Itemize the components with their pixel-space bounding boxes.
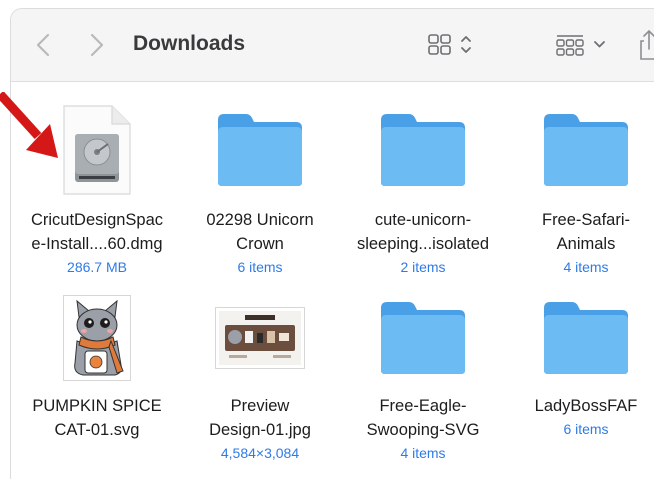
folder-icon	[343, 100, 503, 200]
folder-name-line2: Crown	[236, 235, 284, 253]
file-name-line2: Design-01.jpg	[209, 421, 311, 439]
file-name-line2: e-Install....60.dmg	[31, 235, 163, 253]
file-meta: 286.7 MB	[67, 259, 127, 275]
share-icon	[640, 29, 654, 60]
folder-name-line1: Free-Eagle-	[379, 397, 467, 415]
share-button[interactable]	[637, 27, 654, 63]
file-name-line1: PUMPKIN SPICE	[32, 397, 162, 415]
group-grid-icon	[556, 35, 605, 56]
folder-name-line1: cute-unicorn-	[374, 211, 472, 229]
chevron-right-icon	[90, 33, 104, 57]
group-by-button[interactable]	[553, 29, 613, 61]
file-name-line1: Preview	[230, 397, 290, 415]
file-name-line2: CAT-01.svg	[54, 421, 140, 439]
folder-meta: 6 items	[563, 421, 609, 437]
red-arrow-icon	[0, 92, 58, 158]
chevron-left-icon	[36, 33, 50, 57]
toolbar: Downloads	[11, 9, 654, 82]
folder-icon	[180, 100, 340, 200]
folder-meta: 4 items	[563, 259, 609, 275]
folder-icon	[506, 100, 654, 200]
folder-icon	[506, 290, 654, 386]
window-title: Downloads	[133, 32, 246, 55]
forward-button[interactable]	[83, 29, 111, 61]
folder-name-line1: 02298 Unicorn	[206, 211, 314, 229]
design-thumbnail-icon	[180, 290, 340, 386]
folder-name-line1: LadyBossFAF	[534, 397, 638, 415]
folder-name-line1: Free-Safari-	[541, 211, 631, 229]
cat-thumbnail-icon	[17, 290, 177, 386]
icon-grid-icon	[428, 34, 471, 55]
folder-meta: 4 items	[400, 445, 446, 461]
folder-name-line2: Animals	[556, 235, 616, 253]
view-mode-button[interactable]	[423, 29, 481, 61]
folder-meta: 6 items	[237, 259, 283, 275]
folder-name-line2: Swooping-SVG	[366, 421, 480, 439]
folder-icon	[343, 290, 503, 386]
file-name-line1: CricutDesignSpac	[30, 211, 164, 229]
folder-name-line2: sleeping...isolated	[356, 235, 490, 253]
back-button[interactable]	[29, 29, 57, 61]
folder-meta: 2 items	[400, 259, 446, 275]
file-meta: 4,584×3,084	[220, 445, 300, 461]
